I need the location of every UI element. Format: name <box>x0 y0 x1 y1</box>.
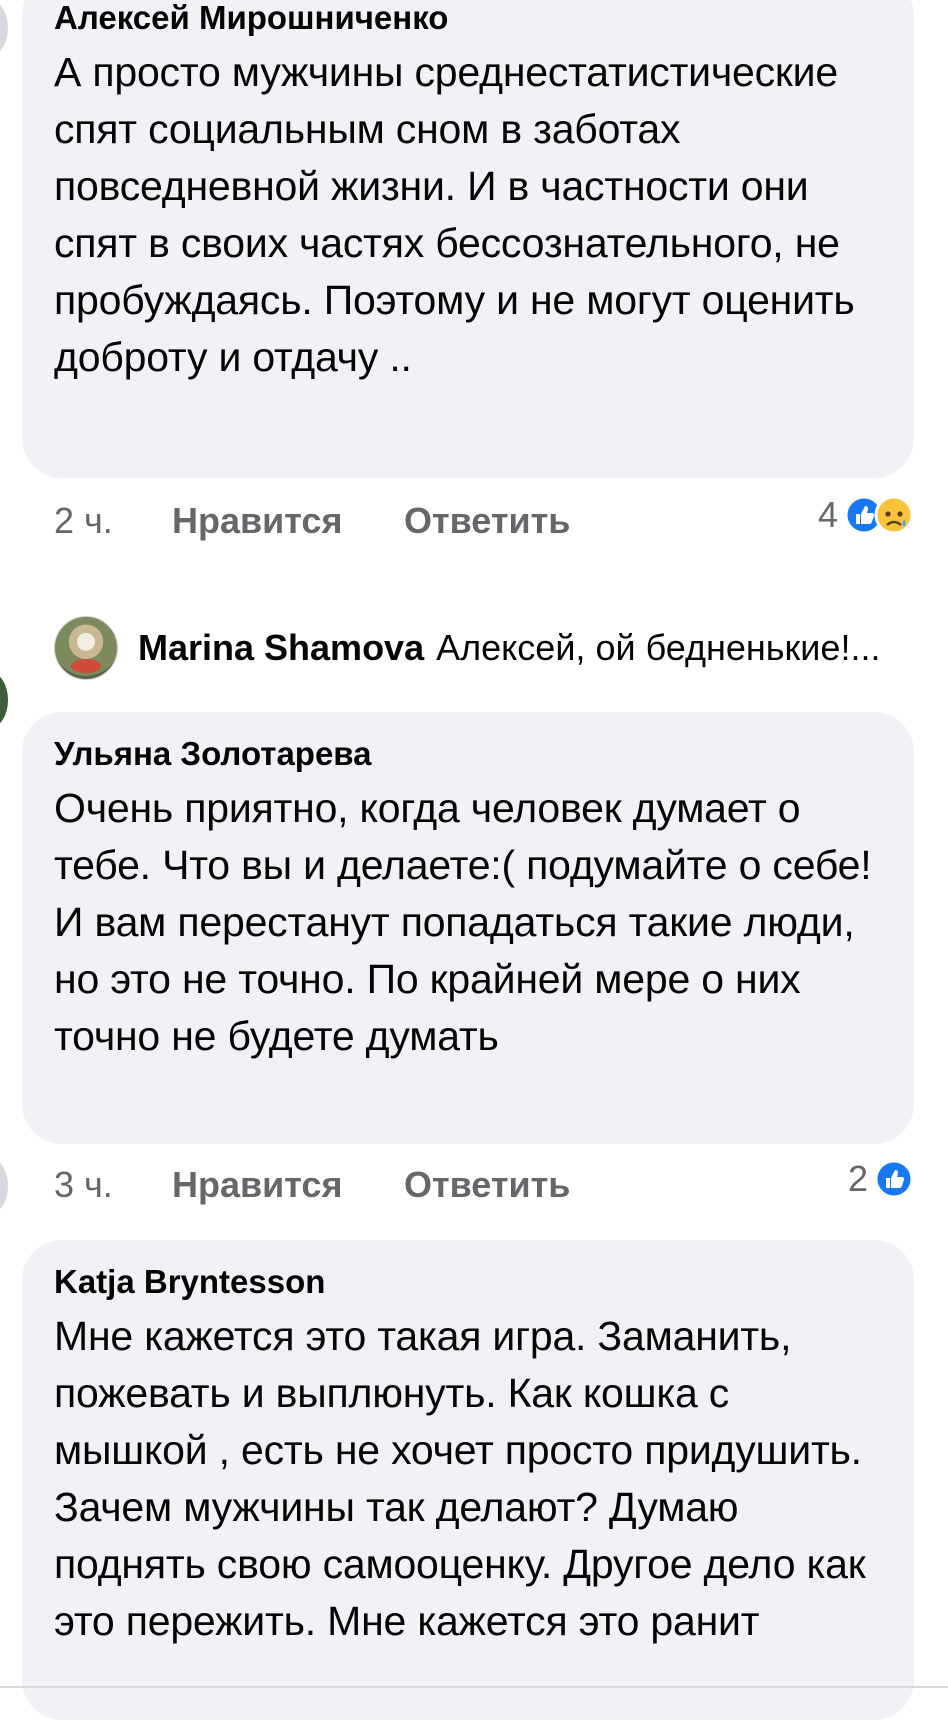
reply-button[interactable]: Ответить <box>404 1164 570 1206</box>
comment-bubble: Алексей Мирошниченко А просто мужчины ср… <box>22 0 914 478</box>
like-icon <box>874 1159 914 1199</box>
comment-author[interactable]: Katja Bryntesson <box>54 1262 880 1302</box>
reply-button[interactable]: Ответить <box>404 500 570 542</box>
reactions-summary[interactable]: 4 <box>818 494 914 536</box>
comment-timestamp[interactable]: 3 ч. <box>54 1164 113 1206</box>
avatar[interactable] <box>54 616 118 680</box>
reply-snippet: Алексей, ой бедненькие!... <box>436 627 881 668</box>
avatar[interactable] <box>0 1158 8 1214</box>
sad-icon <box>874 495 914 535</box>
comment-bubble: Ульяна Золотарева Очень приятно, когда ч… <box>22 712 914 1144</box>
comment-actions: 2 ч. Нравится Ответить 4 <box>54 494 914 544</box>
like-button[interactable]: Нравится <box>172 500 342 542</box>
comment-author[interactable]: Алексей Мирошниченко <box>54 0 880 38</box>
comment-text: А просто мужчины среднестатистические сп… <box>54 49 855 380</box>
reply-author[interactable]: Marina Shamova <box>138 627 424 669</box>
comment-author[interactable]: Ульяна Золотарева <box>54 734 880 774</box>
comment-timestamp[interactable]: 2 ч. <box>54 500 113 542</box>
like-button[interactable]: Нравится <box>172 1164 342 1206</box>
avatar[interactable] <box>0 672 8 728</box>
reaction-count: 4 <box>817 494 838 535</box>
comment-text: Очень приятно, когда человек думает о те… <box>54 785 872 1059</box>
reactions-summary[interactable]: 2 <box>848 1158 914 1200</box>
comment-text: Мне кажется это такая игра. Заманить, по… <box>54 1313 866 1644</box>
reply-preview[interactable]: Marina Shamova Алексей, ой бедненькие!..… <box>54 616 914 680</box>
comment-bubble: Katja Bryntesson Мне кажется это такая и… <box>22 1240 914 1720</box>
avatar[interactable] <box>0 0 8 56</box>
comment-actions: 3 ч. Нравится Ответить 2 <box>54 1158 914 1208</box>
divider <box>0 1686 948 1688</box>
reaction-count: 2 <box>847 1158 868 1199</box>
